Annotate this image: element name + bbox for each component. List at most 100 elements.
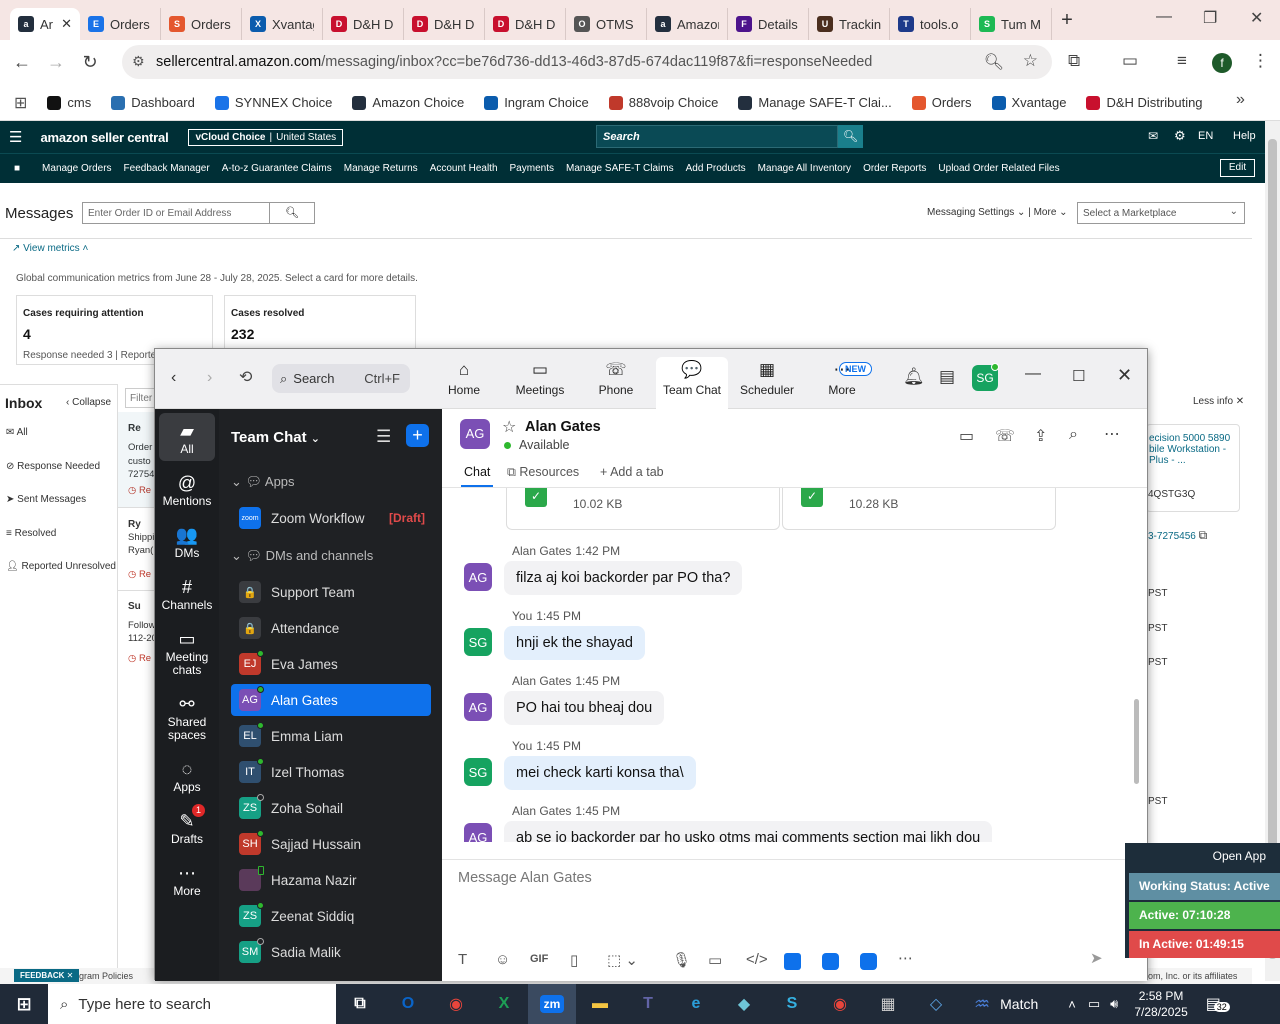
forward-icon[interactable]: → xyxy=(39,52,73,73)
audio-icon[interactable]: 🎙︎ xyxy=(672,951,691,969)
tray-chevron-icon[interactable]: ˄ xyxy=(1068,997,1076,1012)
bookmark-item[interactable]: Manage SAFE-T Clai... xyxy=(738,95,892,110)
back-icon[interactable]: ‹ xyxy=(171,369,176,387)
contact-item[interactable]: 🔒 Attendance xyxy=(231,612,431,644)
site-info-icon[interactable]: ⚙ xyxy=(132,53,145,70)
bookmark-pin-icon[interactable]: ■ xyxy=(8,163,26,174)
side-nav-shared-spaces[interactable]: ⚯ Shared spaces xyxy=(159,686,215,746)
taskbar-search[interactable]: ⌕ Type here to search xyxy=(48,984,336,1024)
contact-item[interactable]: Hazama Nazir xyxy=(231,864,431,896)
screenshot-icon[interactable]: ⬚ ⌄ xyxy=(607,951,638,969)
chat-scrollbar[interactable] xyxy=(1134,699,1139,784)
bookmark-item[interactable]: Xvantage xyxy=(991,95,1066,110)
app-icon[interactable]: S xyxy=(768,984,816,1024)
share-screen-icon[interactable]: ⇪ xyxy=(1034,426,1047,446)
contact-item[interactable]: 🔒 Support Team xyxy=(231,576,431,608)
file-attachment[interactable]: ✓ 10.28 KB xyxy=(782,488,1056,530)
send-icon[interactable]: ➤ xyxy=(1090,949,1103,967)
tab-chat[interactable]: Chat xyxy=(464,465,490,479)
zoom-taskbar-icon[interactable]: zm xyxy=(528,984,576,1024)
browser-tab[interactable]: X Xvantage xyxy=(242,8,323,40)
url-bar[interactable]: ⚙ sellercentral.amazon.com/messaging/inb… xyxy=(122,45,1052,79)
dms-section-header[interactable]: ⌄ 💬︎ DMs and channels xyxy=(231,548,373,564)
search-icon[interactable]: 🔍︎ xyxy=(838,125,863,148)
close-icon[interactable]: ✕ xyxy=(1250,8,1263,28)
media-icon[interactable]: ≡ xyxy=(1177,51,1187,71)
zoom-lens-icon[interactable]: 🔍︎ xyxy=(984,52,1004,72)
chat-more-icon[interactable]: ⋯ xyxy=(1104,424,1120,444)
message-avatar[interactable]: AG xyxy=(464,823,492,842)
star-icon[interactable]: ☆ xyxy=(502,417,516,437)
tab-more[interactable]: ⋯ More xyxy=(806,357,878,409)
reload-icon[interactable]: ↻ xyxy=(73,52,107,73)
bookmark-item[interactable]: Dashboard xyxy=(111,95,195,110)
seller-nav-item[interactable]: Payments xyxy=(504,163,560,174)
order-search-button[interactable]: 🔍︎ xyxy=(269,202,315,224)
excel-icon[interactable]: X xyxy=(480,984,528,1024)
message-sender[interactable]: You xyxy=(512,739,532,753)
gif-icon[interactable]: GIF xyxy=(530,953,548,965)
chat-list-title[interactable]: Team Chat ⌄ xyxy=(231,429,320,446)
seller-nav-item[interactable]: Upload Order Related Files xyxy=(932,163,1065,174)
message-sender[interactable]: You xyxy=(512,609,532,623)
clock[interactable]: 2:58 PM 7/28/2025 xyxy=(1134,988,1187,1020)
copy-icon[interactable]: ⧉ xyxy=(1199,528,1208,542)
side-nav-drafts[interactable]: ✎ Drafts xyxy=(159,803,215,851)
back-icon[interactable]: ← xyxy=(5,52,39,73)
tab-home[interactable]: ⌂ Home xyxy=(428,357,500,409)
restore-icon[interactable]: ❐ xyxy=(1203,8,1217,28)
bookmark-star-icon[interactable]: ☆ xyxy=(1023,51,1038,71)
message-bubble[interactable]: PO hai tou bheaj dou xyxy=(504,691,665,725)
message-bubble[interactable]: hnji ek the shayad xyxy=(504,626,645,660)
folder-item[interactable]: ≡ Resolved xyxy=(6,528,56,539)
browser-tab[interactable]: O OTMS xyxy=(566,8,647,40)
apps-section-header[interactable]: ⌄ 💬︎ Apps xyxy=(231,474,295,490)
message-avatar[interactable]: AG xyxy=(464,693,492,721)
video-call-icon[interactable]: ▭ xyxy=(959,426,974,446)
seller-nav-item[interactable]: Add Products xyxy=(680,163,752,174)
seller-nav-item[interactable]: Manage SAFE-T Claims xyxy=(560,163,680,174)
browser-tab[interactable]: D D&H D xyxy=(323,8,404,40)
extensions-icon[interactable]: ⧉ xyxy=(1068,51,1080,71)
bookmark-item[interactable]: Amazon Choice xyxy=(352,95,464,110)
app-icon[interactable]: ◆ xyxy=(720,984,768,1024)
minimize-icon[interactable]: — xyxy=(1156,8,1172,26)
message-sender[interactable]: Alan Gates xyxy=(512,544,571,558)
browser-tab[interactable]: D D&H D xyxy=(485,8,566,40)
close-icon[interactable]: ✕ xyxy=(1117,365,1132,386)
browser-tab[interactable]: a Ar ✕ xyxy=(10,8,80,40)
bookmark-item[interactable]: Ingram Choice xyxy=(484,95,589,110)
footer-link[interactable]: ogram Policies xyxy=(74,971,133,981)
message-avatar[interactable]: SG xyxy=(464,628,492,656)
tab-team-chat[interactable]: 💬 Team Chat xyxy=(656,357,728,409)
zoom-search-input[interactable]: ⌕ Search Ctrl+F xyxy=(272,364,410,393)
message-sender[interactable]: Alan Gates xyxy=(512,674,571,688)
browser-tab[interactable]: S Orders xyxy=(161,8,242,40)
volume-icon[interactable]: 🔊︎ xyxy=(1110,996,1118,1012)
side-nav-dms[interactable]: 👥 DMs xyxy=(159,517,215,565)
chat-title[interactable]: Alan Gates xyxy=(525,419,601,435)
side-nav-meeting-chats[interactable]: ▭ Meeting chats xyxy=(159,621,215,681)
app-icon-2[interactable] xyxy=(822,953,839,970)
teams-icon[interactable]: T xyxy=(624,984,672,1024)
phone-call-icon[interactable]: ☏ xyxy=(995,426,1015,446)
bookmarks-overflow-icon[interactable]: » xyxy=(1236,91,1245,109)
contact-item[interactable]: AG Alan Gates xyxy=(231,684,431,716)
chrome-icon[interactable]: ◉ xyxy=(432,984,480,1024)
mail-icon[interactable]: ✉ xyxy=(1148,129,1158,143)
video-message-icon[interactable]: ▭ xyxy=(708,951,722,969)
marketplace-select[interactable]: Select a Marketplace ⌄ xyxy=(1077,202,1245,224)
collapse-button[interactable]: ‹ Collapse xyxy=(66,397,111,408)
side-nav-more[interactable]: ⋯ More xyxy=(159,855,215,903)
file-explorer-icon[interactable]: ▬ xyxy=(576,984,624,1024)
settings-gear-icon[interactable]: ⚙ xyxy=(1174,128,1186,144)
task-view-icon[interactable]: ⧉ xyxy=(336,984,384,1024)
message-bubble[interactable]: filza aj koi backorder par PO tha? xyxy=(504,561,743,595)
seller-nav-item[interactable]: Manage Returns xyxy=(338,163,424,174)
browser-tab[interactable]: S Tum M xyxy=(971,8,1052,40)
bookmark-item[interactable]: D&H Distributing xyxy=(1086,95,1203,110)
emoji-icon[interactable]: ☺ xyxy=(495,951,510,968)
contact-item[interactable]: EL Emma Liam xyxy=(231,720,431,752)
windows-start-icon[interactable]: ⊞ xyxy=(0,984,48,1024)
footer-link[interactable]: om, Inc. or its affiliates xyxy=(1148,971,1237,981)
